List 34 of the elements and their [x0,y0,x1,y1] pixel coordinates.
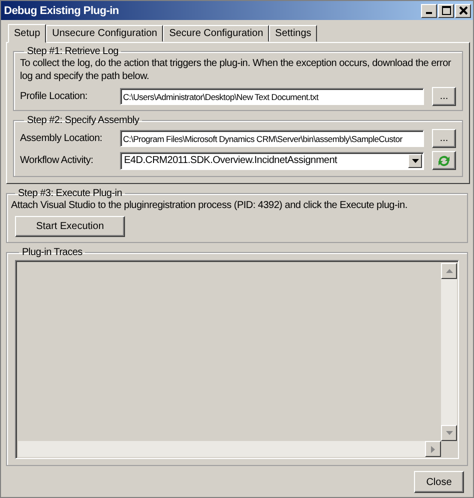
field-label: Assembly Location: [20,133,104,144]
refresh-icon [437,154,451,168]
group-title: Step #2: Specify Assembly [26,115,140,126]
instruction-text: Attach Visual Studio to the pluginregistration process (PID: 4392) and click the Execute plug-in. [11,199,408,212]
close-icon [458,6,468,15]
tab[interactable]: Setup [8,24,46,43]
start-execution-button[interactable]: Start Execution [15,216,125,237]
up-arrow-icon [446,269,452,273]
close-window-button[interactable] [455,4,471,18]
minimize-button[interactable] [421,4,437,18]
maximize-icon [442,6,450,15]
window-title: Debug Existing Plug-in [4,4,119,16]
instruction-text: To collect the log, do the action that triggers the plug-in. When the exception occurs, download the error log and specify the path below. [20,57,452,83]
tab[interactable]: Settings [269,25,318,42]
group-title: Plug-in Traces [21,247,84,258]
input-field[interactable]: C:\Program Files\Microsoft Dynamics CRM\Server\bin\assembly\SampleCustor [120,130,424,147]
close-button[interactable]: Close [414,471,464,493]
group-title: Step #1: Retrieve Log [26,46,120,57]
vertical-scrollbar[interactable] [441,263,457,441]
browse-button[interactable]: ... [432,87,456,106]
maximize-button[interactable] [438,4,454,18]
refresh-button[interactable] [432,151,456,170]
caret-icon [412,158,418,162]
input-field[interactable]: C:\Users\Administrator\Desktop\New Text Document.txt [120,88,424,105]
dropdown[interactable]: E4D.CRM2011.SDK.Overview.IncidnetAssignment [120,152,424,170]
browse-button[interactable]: ... [432,129,456,148]
down-arrow-icon [446,431,452,435]
right-arrow-icon [431,446,435,452]
tab[interactable]: Unsecure Configuration [46,25,164,42]
field-label: Workflow Activity: [20,155,94,166]
tab[interactable]: Secure Configuration [163,25,270,42]
group-title: Step #3: Execute Plug-in [17,188,124,199]
field-label: Profile Location: [20,91,88,102]
horizontal-scrollbar[interactable] [18,441,441,457]
